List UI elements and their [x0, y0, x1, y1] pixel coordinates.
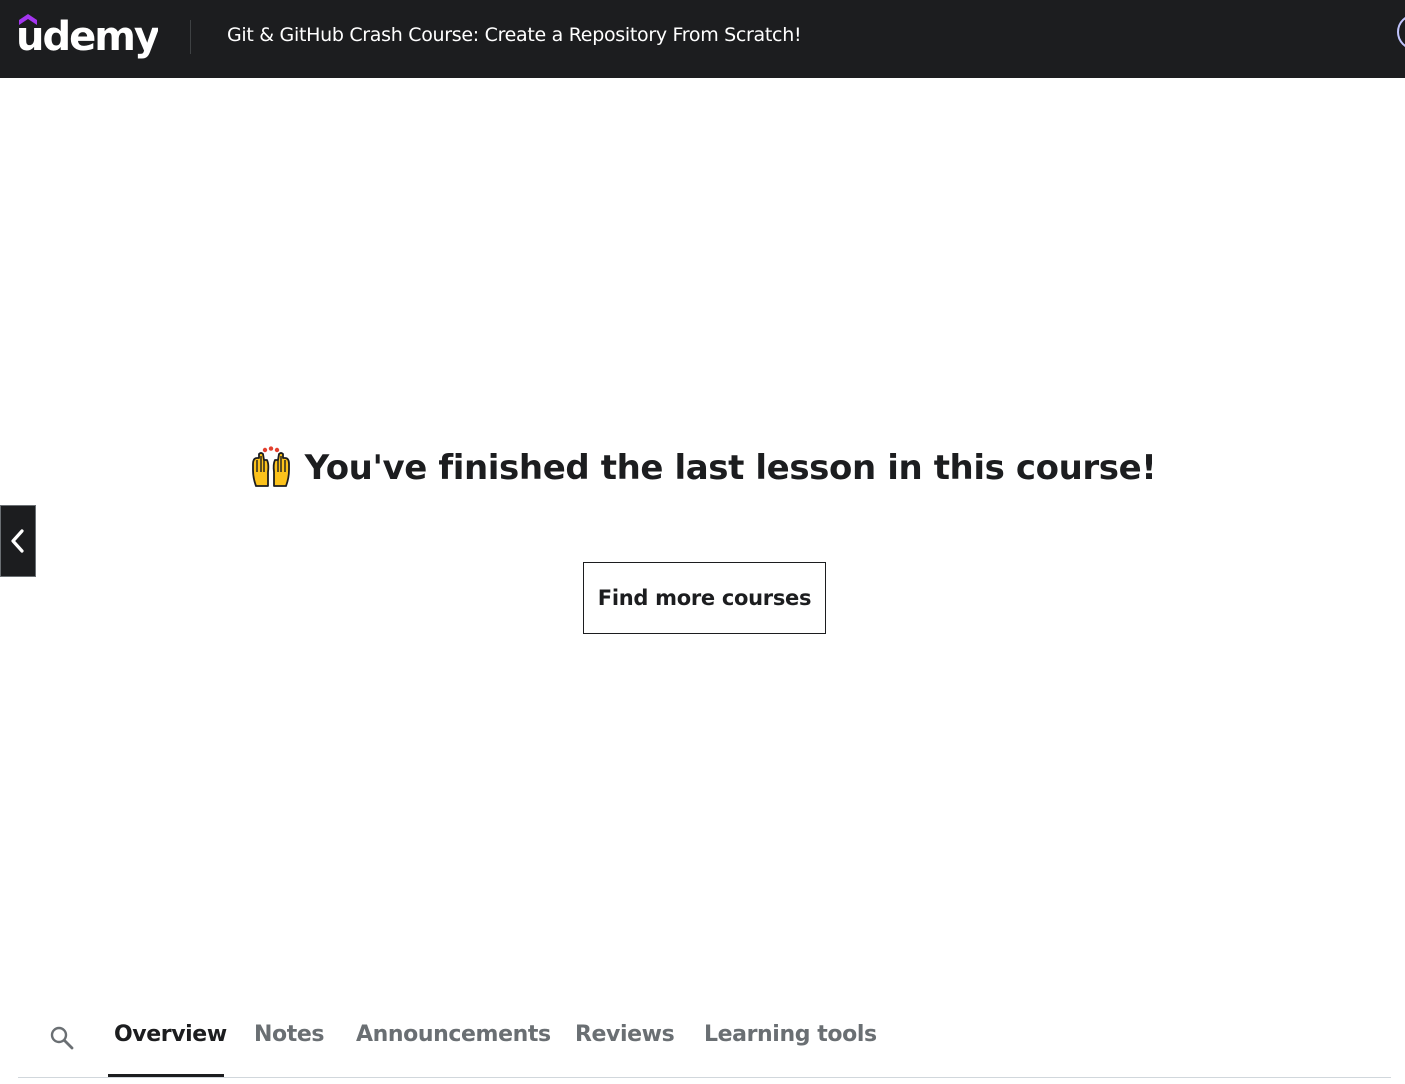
udemy-logo-mark: udemy — [16, 14, 162, 60]
course-title[interactable]: Git & GitHub Crash Course: Create a Repo… — [227, 24, 802, 46]
tab-learning-tools[interactable]: Learning tools — [704, 1022, 877, 1076]
course-complete-heading: You've finished the last lesson in this … — [249, 446, 1157, 490]
tab-notes[interactable]: Notes — [254, 1022, 324, 1076]
svg-text:udemy: udemy — [16, 14, 158, 60]
find-more-courses-button[interactable]: Find more courses — [583, 562, 826, 634]
course-complete-banner: You've finished the last lesson in this … — [0, 446, 1405, 494]
tab-announcements[interactable]: Announcements — [356, 1022, 551, 1076]
chevron-left-icon — [11, 529, 24, 553]
tab-overview[interactable]: Overview — [114, 1022, 227, 1076]
course-complete-text: You've finished the last lesson in this … — [304, 448, 1157, 488]
course-tabs: Overview Notes Announcements Reviews Lea… — [18, 1008, 1391, 1078]
search-icon — [50, 1026, 74, 1050]
tab-reviews[interactable]: Reviews — [575, 1022, 675, 1076]
active-tab-indicator — [108, 1074, 224, 1077]
top-header: udemy Git & GitHub Crash Course: Create … — [0, 0, 1405, 78]
udemy-logo[interactable]: udemy — [16, 6, 162, 68]
lecture-viewer: You've finished the last lesson in this … — [0, 78, 1405, 1008]
user-avatar[interactable] — [1397, 14, 1405, 50]
header-divider — [190, 20, 191, 54]
raising-hands-icon — [249, 446, 293, 490]
previous-lecture-button[interactable] — [0, 505, 36, 577]
search-tab[interactable] — [44, 1018, 80, 1058]
